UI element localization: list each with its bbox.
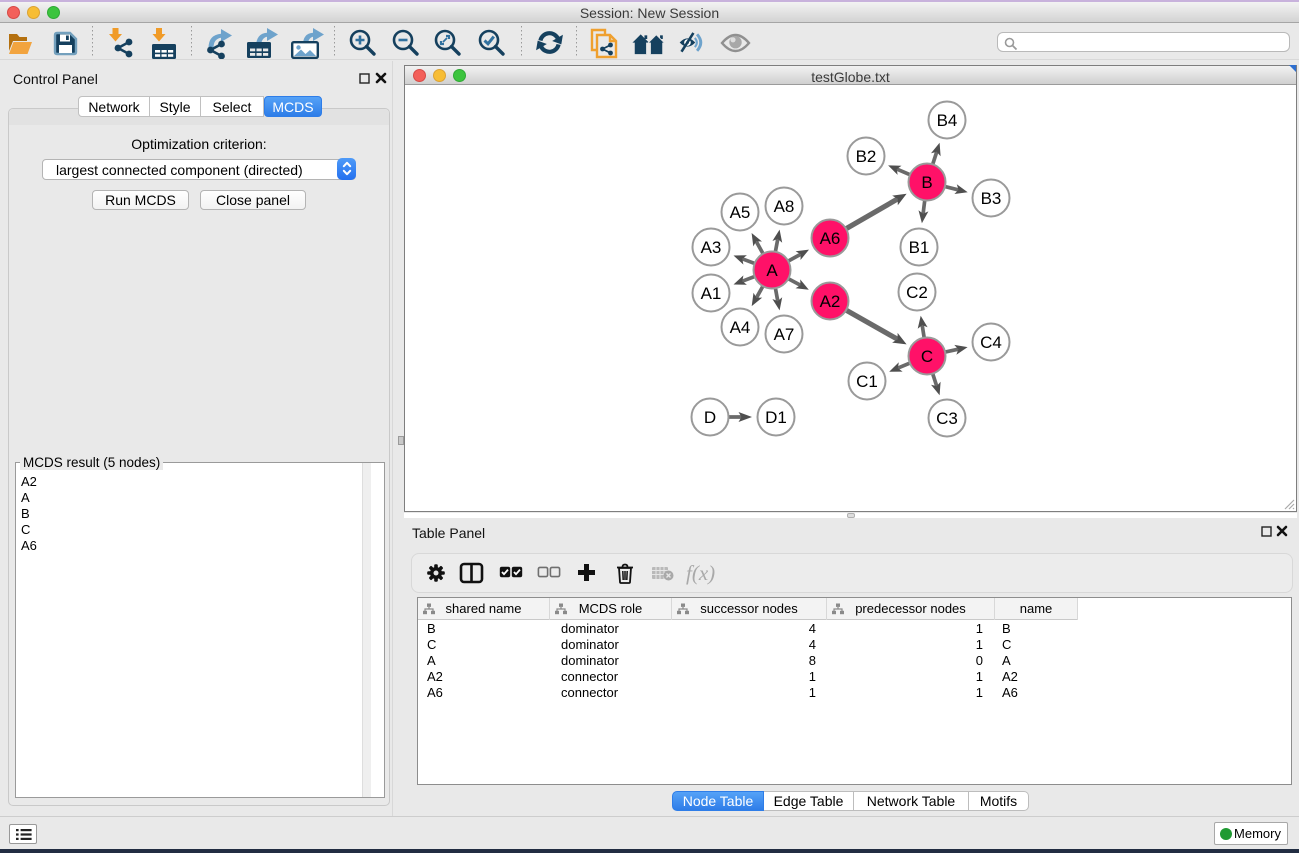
svg-text:A6: A6 xyxy=(820,229,841,248)
svg-text:A8: A8 xyxy=(774,197,795,216)
svg-text:C: C xyxy=(921,347,933,366)
svg-text:D: D xyxy=(704,408,716,427)
svg-text:B: B xyxy=(921,173,932,192)
svg-text:A: A xyxy=(766,261,778,280)
svg-text:A4: A4 xyxy=(730,318,751,337)
svg-text:A2: A2 xyxy=(820,292,841,311)
svg-text:B4: B4 xyxy=(937,111,958,130)
svg-text:C4: C4 xyxy=(980,333,1002,352)
svg-text:B3: B3 xyxy=(981,189,1002,208)
svg-text:A3: A3 xyxy=(701,238,722,257)
svg-text:C2: C2 xyxy=(906,283,928,302)
svg-text:C3: C3 xyxy=(936,409,958,428)
svg-text:A5: A5 xyxy=(730,203,751,222)
svg-text:A1: A1 xyxy=(701,284,722,303)
svg-text:B2: B2 xyxy=(856,147,877,166)
svg-text:C1: C1 xyxy=(856,372,878,391)
svg-text:D1: D1 xyxy=(765,408,787,427)
svg-text:A7: A7 xyxy=(774,325,795,344)
svg-text:B1: B1 xyxy=(909,238,930,257)
